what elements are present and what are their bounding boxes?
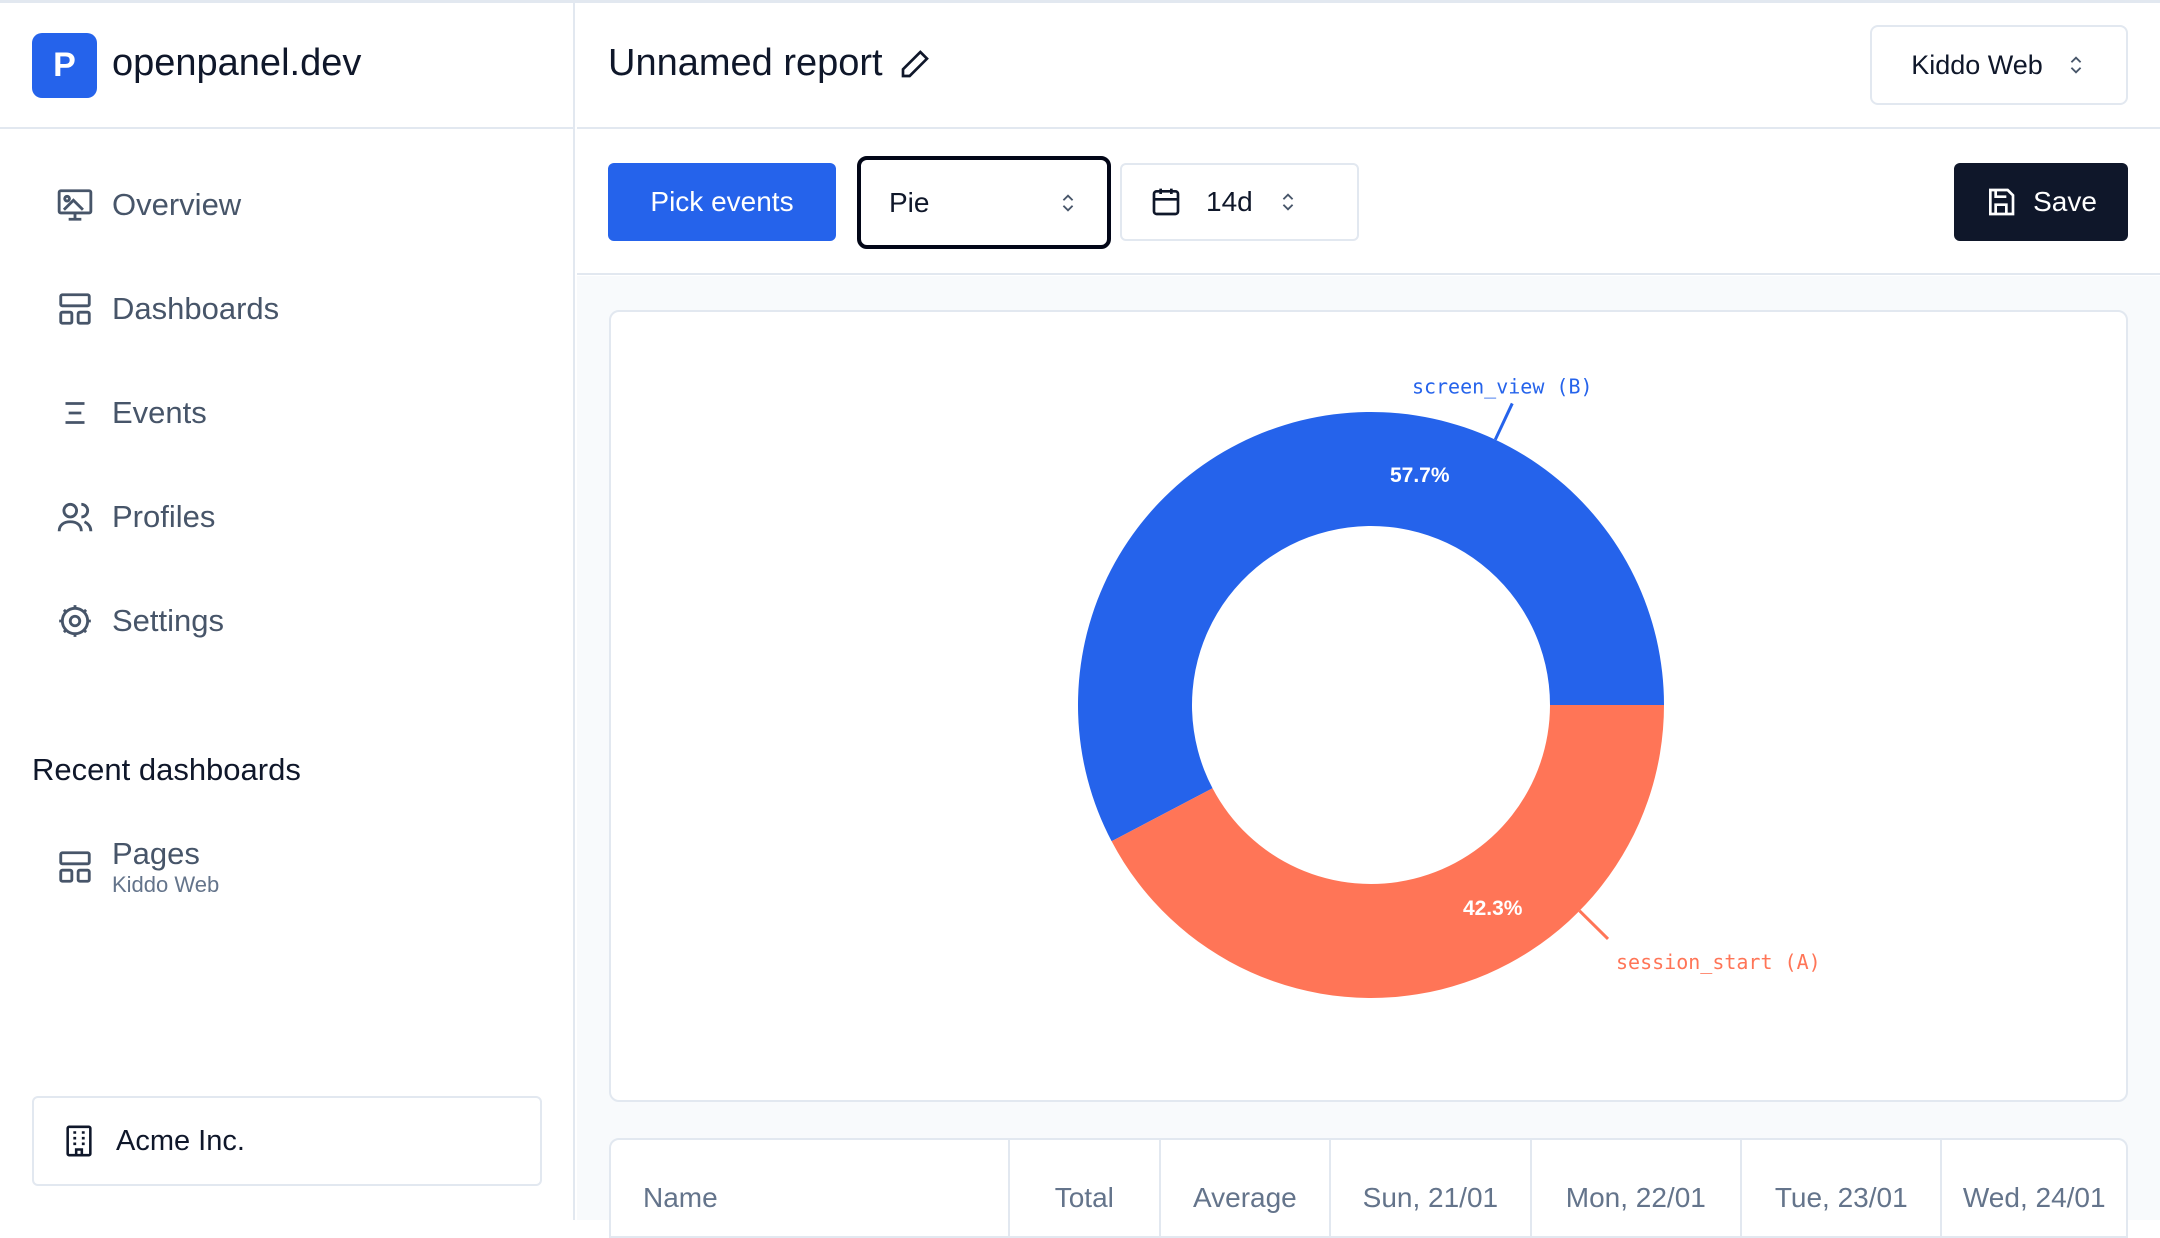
report-title[interactable]: Unnamed report — [608, 42, 931, 85]
column-header-date[interactable]: Wed, 24/01 — [1942, 1140, 2126, 1236]
slice-name-label: screen_view (B) — [1412, 374, 1593, 398]
top-border — [0, 0, 2160, 3]
dashboard-title: Pages — [112, 836, 200, 871]
sidebar-item-settings[interactable]: Settings — [56, 602, 224, 640]
brand-name[interactable]: openpanel.dev — [112, 42, 361, 85]
pick-events-button[interactable]: Pick events — [608, 163, 836, 241]
slice-leader-line — [1578, 909, 1610, 940]
chevrons-up-down-icon — [2070, 56, 2082, 74]
date-range-select[interactable]: 14d — [1120, 163, 1359, 241]
dashboard-project: Kiddo Web — [112, 872, 220, 897]
users-icon — [57, 502, 93, 532]
sidebar-item-events[interactable]: Events — [56, 394, 207, 432]
pencil-icon[interactable] — [899, 48, 931, 80]
recent-dashboard-item[interactable]: Pages Kiddo Web — [56, 836, 219, 898]
column-header-name[interactable]: Name — [611, 1140, 1010, 1236]
nav-label: Settings — [112, 603, 225, 638]
sidebar-item-dashboards[interactable]: Dashboards — [56, 290, 279, 328]
chart-type-select[interactable]: Pie — [857, 156, 1111, 249]
column-header-date[interactable]: Tue, 23/01 — [1742, 1140, 1943, 1236]
list-icon — [65, 402, 85, 424]
chevrons-up-down-icon — [1062, 193, 1074, 212]
organization-selector[interactable]: Acme Inc. — [32, 1096, 542, 1186]
nav-label: Dashboards — [112, 291, 280, 326]
date-range-value: 14d — [1206, 186, 1253, 217]
organization-name: Acme Inc. — [116, 1124, 245, 1157]
column-header-date[interactable]: Sun, 21/01 — [1331, 1140, 1532, 1236]
slice-name-label: session_start (A) — [1616, 950, 1821, 974]
logo-icon[interactable]: P — [32, 33, 97, 98]
save-icon — [1989, 188, 2015, 216]
chevrons-up-down-icon — [1282, 193, 1293, 211]
layout-icon — [59, 851, 91, 883]
project-selector[interactable]: Kiddo Web — [1870, 25, 2128, 105]
presentation-icon — [57, 189, 93, 221]
sidebar-item-overview[interactable]: Overview — [56, 186, 241, 224]
donut-chart: 57.7% screen_view (B) 42.3% session_start (… — [1078, 374, 1821, 998]
gear-icon — [59, 605, 91, 637]
column-header-average[interactable]: Average — [1161, 1140, 1332, 1236]
slice-leader-line — [1493, 402, 1514, 441]
chart-card: 57.7% screen_view (B) 42.3% session_start (… — [609, 310, 2128, 1102]
nav-label: Profiles — [112, 499, 216, 534]
data-table-header: Name Total Average Sun, 21/01 Mon, 22/01… — [609, 1138, 2128, 1238]
column-header-date[interactable]: Mon, 22/01 — [1532, 1140, 1743, 1236]
project-name: Kiddo Web — [1911, 49, 2043, 80]
report-title-text: Unnamed report — [608, 42, 883, 84]
chart-type-value: Pie — [889, 186, 930, 218]
building-icon — [66, 1125, 92, 1157]
calendar-icon — [1152, 188, 1180, 216]
sidebar-item-profiles[interactable]: Profiles — [56, 498, 215, 536]
slice-percent-label: 42.3% — [1463, 897, 1523, 920]
recent-dashboards-heading: Recent dashboards — [32, 752, 301, 787]
column-header-total[interactable]: Total — [1010, 1140, 1161, 1236]
layout-icon — [59, 293, 91, 325]
slice-percent-label: 57.7% — [1390, 464, 1450, 487]
save-button[interactable]: Save — [1954, 163, 2128, 241]
nav-label: Overview — [112, 187, 242, 222]
save-label: Save — [2033, 186, 2097, 217]
nav-label: Events — [112, 395, 207, 430]
